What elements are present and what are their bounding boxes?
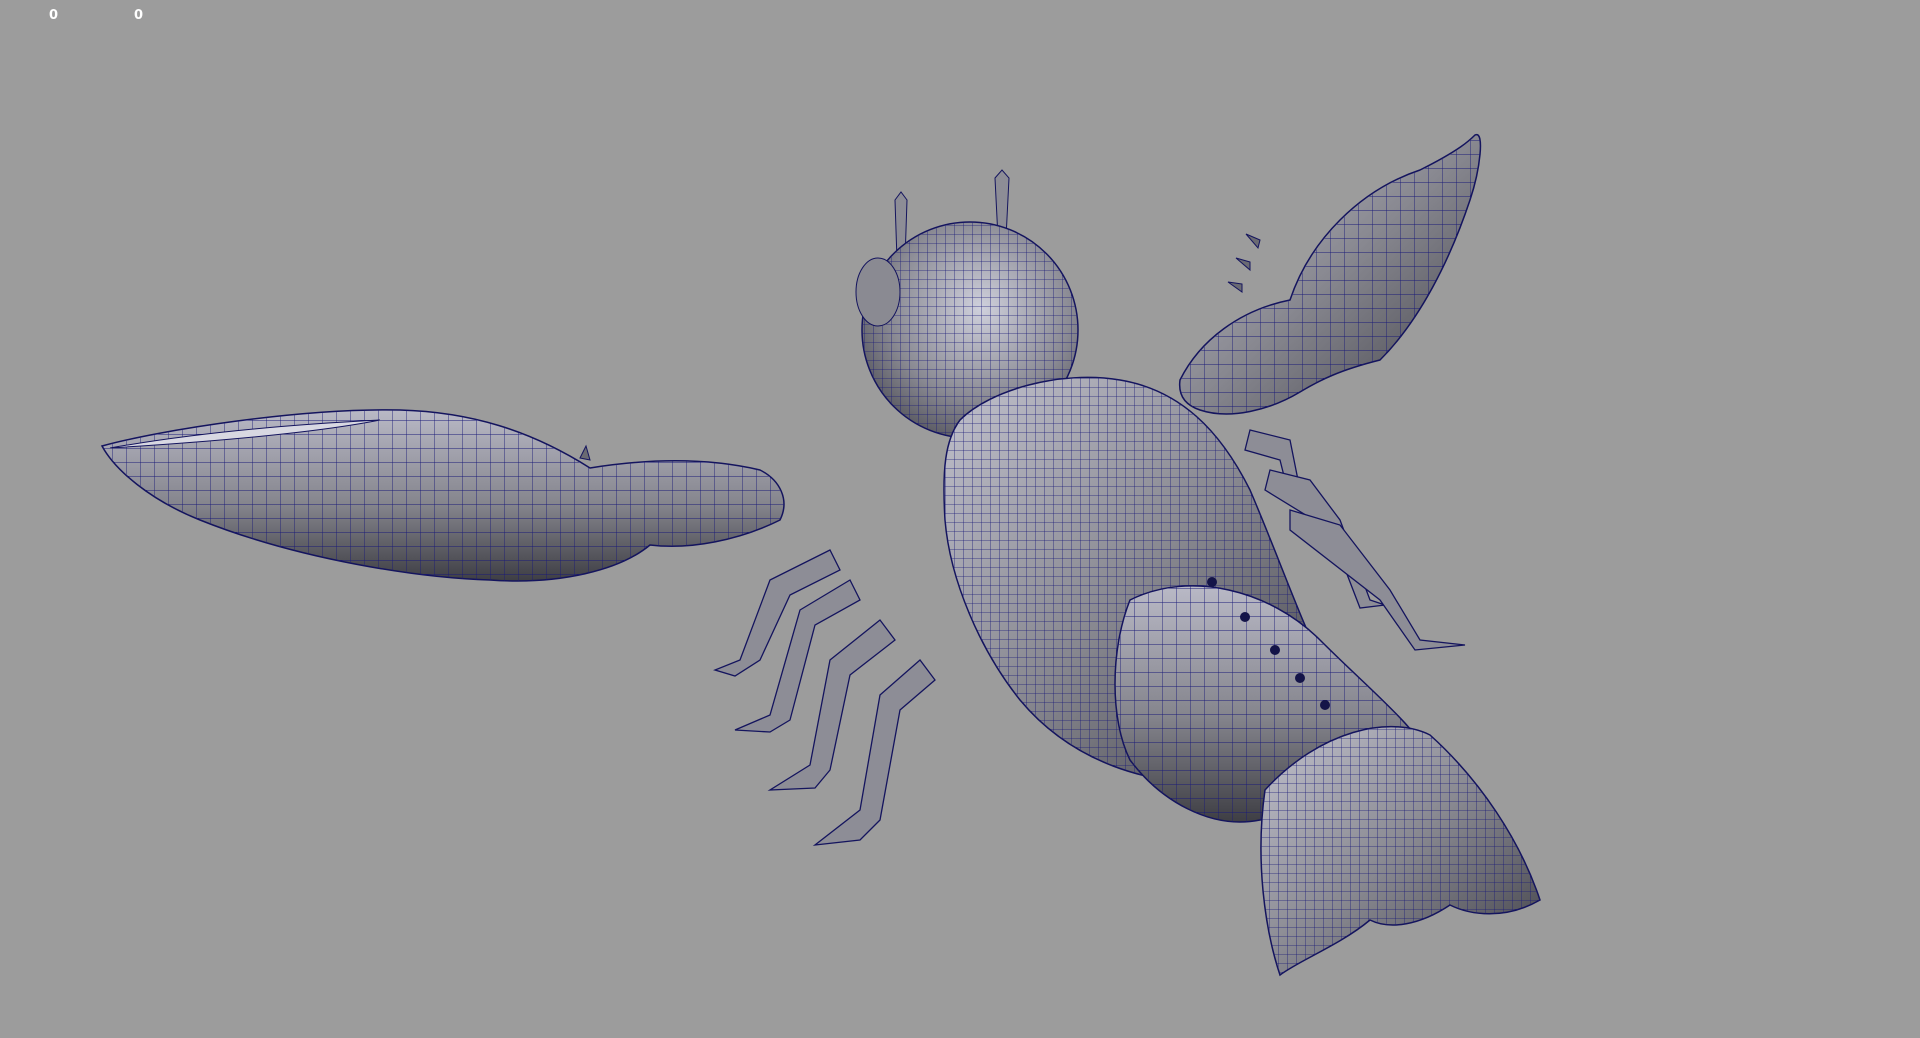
right-claw[interactable]	[1178, 134, 1482, 415]
tail-fan[interactable]	[1260, 725, 1541, 977]
left-legs	[713, 549, 936, 846]
3d-viewport[interactable]: 0 0	[0, 0, 1920, 1038]
left-claw[interactable]	[100, 409, 785, 582]
crayfish-mesh[interactable]	[0, 0, 1920, 1038]
